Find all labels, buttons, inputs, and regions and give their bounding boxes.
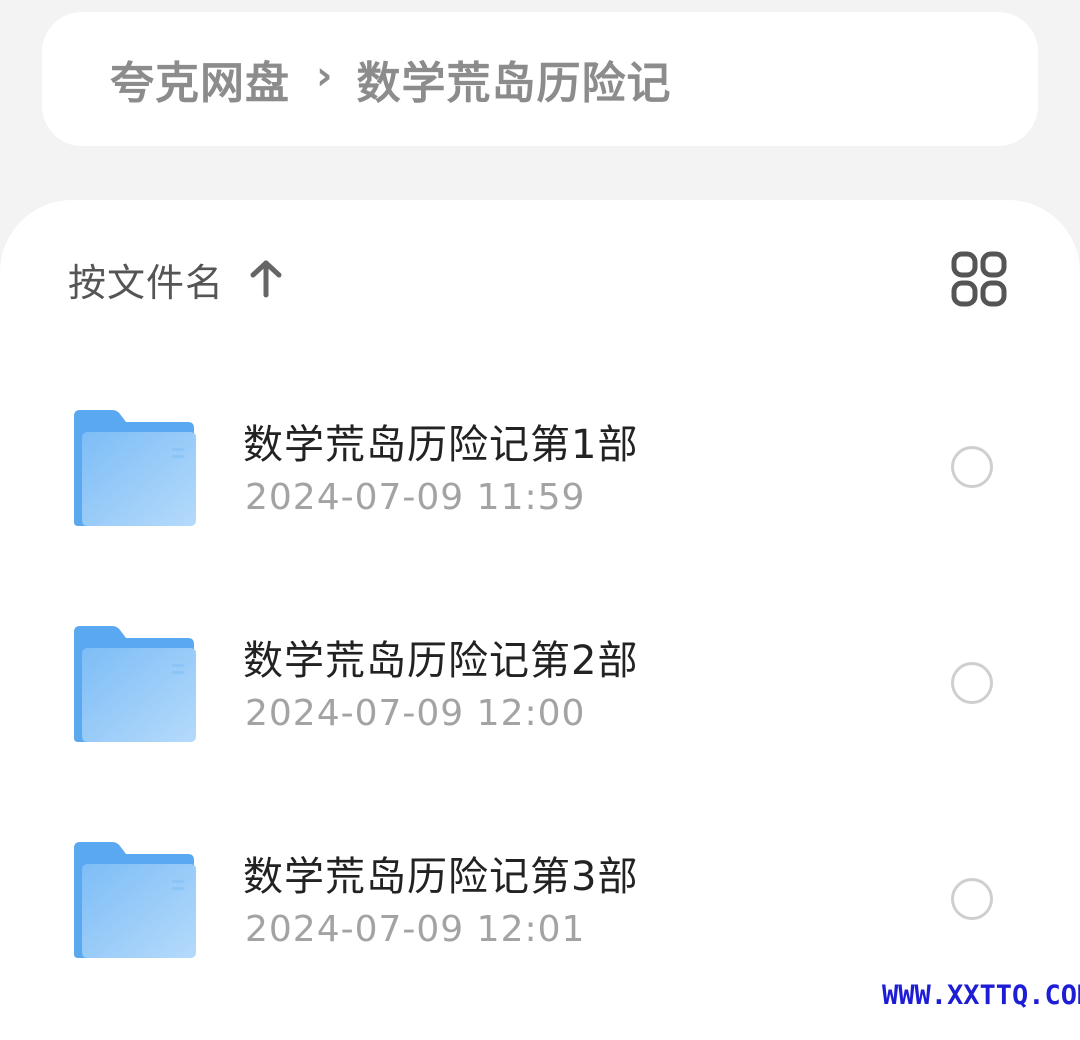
folder-icon [74, 842, 196, 958]
select-radio[interactable] [951, 662, 993, 704]
arrow-up-icon [250, 260, 282, 298]
sort-label: 按文件名 [68, 260, 225, 305]
file-list-panel: 按文件名 数学荒岛历险记第1部 2024-07-09 11:59 数学荒岛历险记… [0, 200, 1080, 1040]
sort-button[interactable]: 按文件名 [68, 254, 284, 305]
file-name: 数学荒岛历险记第2部 [243, 638, 639, 684]
file-date: 2024-07-09 11:59 [245, 477, 586, 518]
watermark: WWW.XXTTQ.COM [882, 980, 1080, 1011]
breadcrumb: 夸克网盘 › 数学荒岛历险记 [42, 12, 1038, 146]
breadcrumb-current: 数学荒岛历险记 [356, 58, 672, 109]
breadcrumb-separator: › [316, 53, 333, 99]
select-radio[interactable] [951, 446, 993, 488]
folder-icon [74, 626, 196, 742]
breadcrumb-root[interactable]: 夸克网盘 [110, 47, 290, 111]
list-item[interactable]: 数学荒岛历险记第2部 2024-07-09 12:00 [0, 618, 1080, 768]
list-item[interactable]: 数学荒岛历险记第1部 2024-07-09 11:59 [0, 402, 1080, 552]
select-radio[interactable] [951, 878, 993, 920]
file-name: 数学荒岛历险记第1部 [243, 422, 639, 468]
file-date: 2024-07-09 12:01 [245, 909, 586, 950]
file-date: 2024-07-09 12:00 [245, 693, 586, 734]
folder-icon [74, 410, 196, 526]
grid-view-icon[interactable] [950, 250, 1008, 308]
list-item[interactable]: 数学荒岛历险记第3部 2024-07-09 12:01 [0, 834, 1080, 984]
file-name: 数学荒岛历险记第3部 [243, 854, 639, 900]
